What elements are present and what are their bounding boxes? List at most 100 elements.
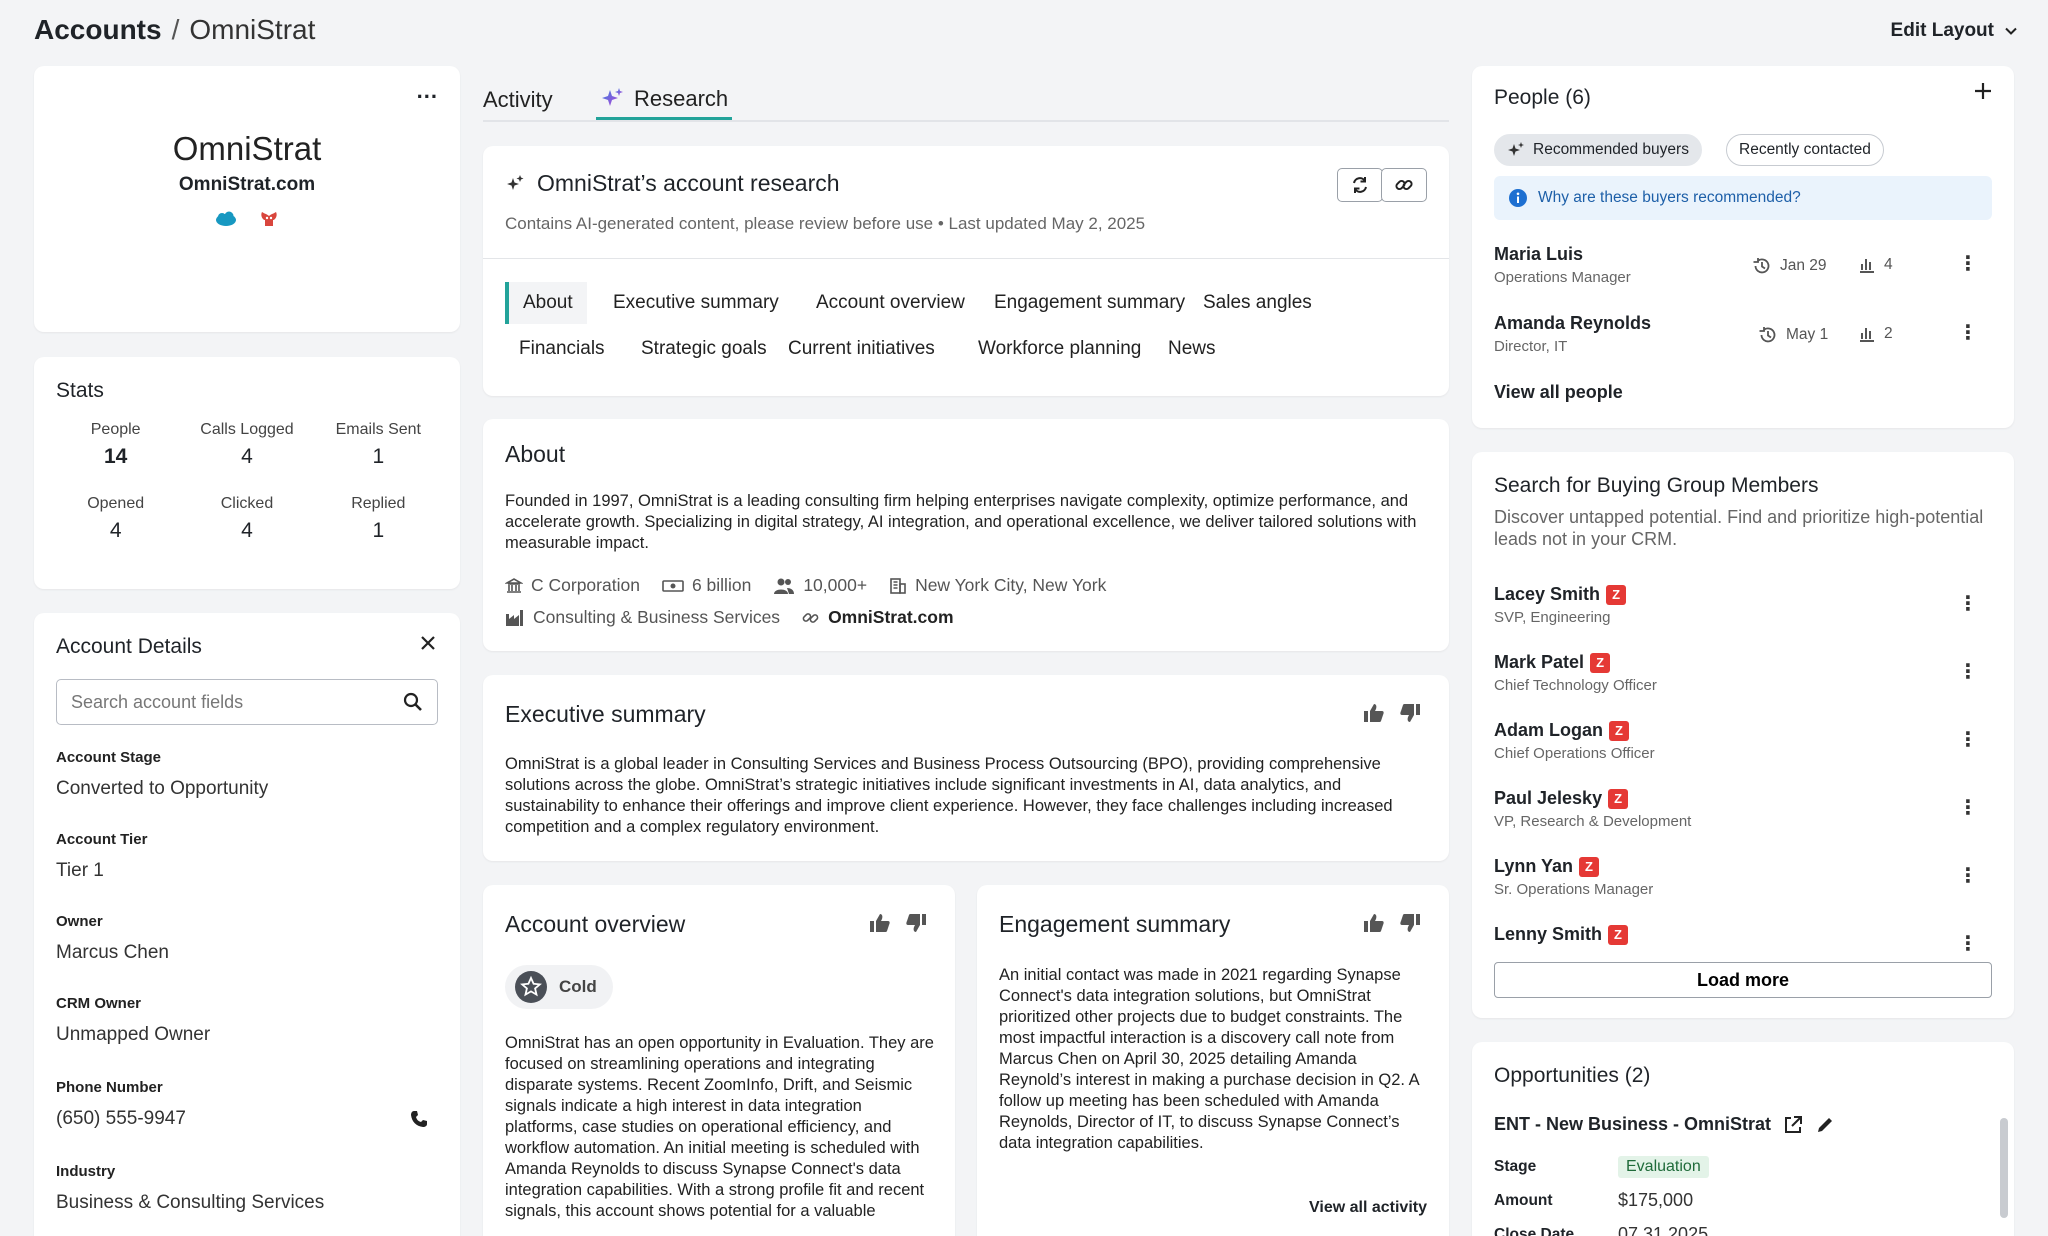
member-more-icon[interactable]: ⋮ [1958,934,1978,954]
thumbs-up-icon[interactable] [869,913,891,933]
stat-value: 4 [241,445,253,468]
research-subtitle: Contains AI-generated content, please re… [505,214,1146,233]
stats-grid: People 14 Calls Logged 4 Emails Sent 1 Open… [50,421,444,543]
phone-icon[interactable] [410,1110,428,1128]
more-options-button[interactable]: ... [417,78,438,104]
chip-recently-contacted[interactable]: Recently contacted [1726,134,1884,166]
member-name[interactable]: Lenny Smith [1494,924,1602,945]
external-link-icon[interactable] [1783,1115,1803,1135]
zoominfo-icon: Z [1608,788,1629,809]
research-title: OmniStrat’s account research [537,170,840,196]
section-link-news[interactable]: News [1154,328,1230,370]
person-name[interactable]: Maria Luis [1494,244,1992,265]
person-title: Director, IT [1494,338,1568,355]
member-more-icon[interactable]: ⋮ [1958,798,1978,818]
member-more-icon[interactable]: ⋮ [1958,866,1978,886]
why-recommended-banner[interactable]: Why are these buyers recommended? [1494,176,1992,220]
member-name[interactable]: Adam Logan [1494,720,1603,741]
salesforce-icon[interactable] [215,210,237,228]
person-row[interactable]: Maria Luis Operations Manager Jan 29 4 ⋮ [1494,244,1992,294]
section-link-about[interactable]: About [505,282,587,324]
member-row[interactable]: Mark Patel Z Chief Technology Officer ⋮ [1494,652,1992,694]
search-input[interactable] [71,691,371,713]
stat-label: Clicked [220,495,274,512]
field-value[interactable]: Unmapped Owner [56,1024,438,1046]
field-value[interactable]: Converted to Opportunity [56,778,438,800]
refresh-button[interactable] [1337,168,1383,202]
thumbs-up-icon[interactable] [1363,703,1385,723]
feedback-buttons [1363,703,1421,723]
chip-recommended-buyers[interactable]: Recommended buyers [1494,134,1702,166]
thumbs-up-icon[interactable] [1363,913,1385,933]
main-tabs: Activity Research [483,72,1449,122]
fact-employees: 10,000+ [773,575,867,596]
member-row[interactable]: Paul Jelesky Z VP, Research & Development… [1494,788,1992,830]
section-link-engagement-summary[interactable]: Engagement summary [980,282,1199,324]
member-row[interactable]: Lacey Smith Z SVP, Engineering ⋮ [1494,584,1992,626]
section-link-sales-angles[interactable]: Sales angles [1189,282,1326,324]
member-more-icon[interactable]: ⋮ [1958,730,1978,750]
stat-value: 4 [109,519,122,542]
breadcrumb-separator: / [171,14,180,45]
account-domain[interactable]: OmniStrat.com [34,174,460,196]
member-row[interactable]: Adam Logan Z Chief Operations Officer ⋮ [1494,720,1992,762]
close-icon[interactable] [420,635,436,651]
section-link-financials[interactable]: Financials [505,328,619,370]
breadcrumb-accounts-link[interactable]: Accounts [34,14,162,46]
amount-value: $175,000 [1618,1190,1694,1210]
field-value[interactable]: Tier 1 [56,860,438,882]
breadcrumb-current: OmniStrat [189,14,316,45]
member-row[interactable]: Lynn Yan Z Sr. Operations Manager ⋮ [1494,856,1992,898]
chip-label: Recently contacted [1739,141,1871,158]
outreach-icon[interactable] [259,210,279,228]
member-name[interactable]: Lacey Smith [1494,584,1600,605]
thumbs-down-icon[interactable] [1399,703,1421,723]
view-all-activity-link[interactable]: View all activity [1309,1199,1427,1217]
section-link-workforce-planning[interactable]: Workforce planning [964,328,1155,370]
sparkle-icon [505,174,525,194]
opportunities-card: Opportunities (2) ENT - New Business - O… [1472,1042,2014,1236]
executive-summary-title: Executive summary [505,701,706,727]
fact-website-text: OmniStrat.com [828,607,954,627]
buying-group-card: Search for Buying Group Members Discover… [1472,452,2014,1018]
tab-activity[interactable]: Activity [483,80,553,120]
stat-value: 14 [103,445,128,468]
thumbs-down-icon[interactable] [905,913,927,933]
sparkle-icon [600,86,626,112]
fact-website[interactable]: OmniStrat.com [802,607,954,628]
tab-research[interactable]: Research [596,80,733,120]
person-more-icon[interactable]: ⋮ [1958,323,1978,343]
field-crm-owner: CRM Owner Unmapped Owner [56,995,438,1046]
person-count: 4 [1884,256,1893,273]
copy-link-button[interactable] [1381,168,1427,202]
member-more-icon[interactable]: ⋮ [1958,594,1978,614]
person-more-icon[interactable]: ⋮ [1958,254,1978,274]
add-person-button[interactable] [1974,82,1992,100]
scrollbar[interactable] [2000,1118,2008,1218]
field-value[interactable]: (650) 555-9947 [56,1108,438,1130]
opportunity-name[interactable]: ENT - New Business - OmniStrat [1494,1114,1771,1135]
feedback-buttons [869,913,927,933]
edit-layout-button[interactable]: Edit Layout [1891,20,2018,42]
view-all-people-link[interactable]: View all people [1494,382,1623,403]
member-name[interactable]: Mark Patel [1494,652,1584,673]
member-more-icon[interactable]: ⋮ [1958,662,1978,682]
search-icon[interactable] [403,692,423,712]
section-link-account-overview[interactable]: Account overview [802,282,979,324]
person-name[interactable]: Amanda Reynolds [1494,313,1992,334]
thumbs-down-icon[interactable] [1399,913,1421,933]
member-row[interactable]: Lenny Smith Z ⋮ [1494,924,1992,954]
edit-icon[interactable] [1815,1115,1835,1135]
member-name[interactable]: Lynn Yan [1494,856,1573,877]
executive-summary-text: OmniStrat is a global leader in Consulti… [505,755,1393,836]
load-more-button[interactable]: Load more [1494,962,1992,998]
section-link-executive-summary[interactable]: Executive summary [599,282,793,324]
field-value[interactable]: Business & Consulting Services [56,1192,438,1214]
person-title: Operations Manager [1494,269,1631,286]
section-link-current-initiatives[interactable]: Current initiatives [774,328,949,370]
field-value[interactable]: Marcus Chen [56,942,438,964]
person-row[interactable]: Amanda Reynolds Director, IT May 1 2 ⋮ [1494,313,1992,363]
engagement-summary-text: An initial contact was made in 2021 rega… [999,966,1419,1152]
member-name[interactable]: Paul Jelesky [1494,788,1602,809]
section-link-strategic-goals[interactable]: Strategic goals [627,328,781,370]
